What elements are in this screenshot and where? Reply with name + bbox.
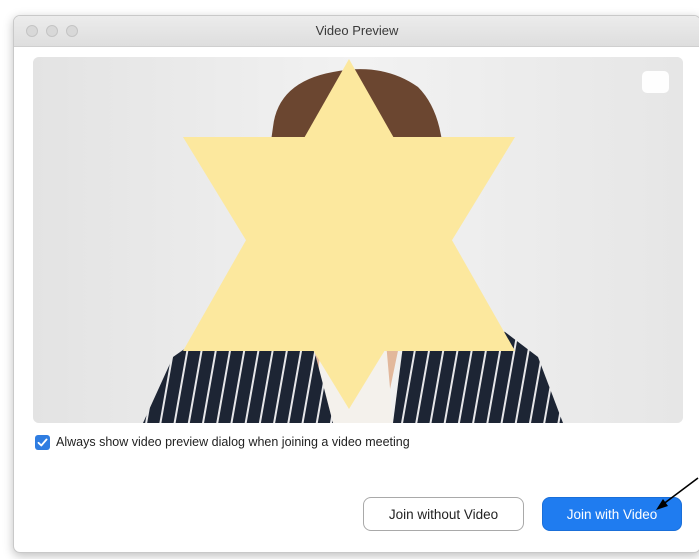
camera-feed-image — [33, 57, 683, 423]
always-show-preview-option[interactable]: Always show video preview dialog when jo… — [35, 433, 410, 451]
checkmark-icon — [37, 438, 48, 446]
video-preview — [33, 57, 683, 423]
video-preview-window: Video Preview Always show video preview … — [13, 15, 699, 553]
annotation-arrow-icon — [656, 477, 699, 510]
picture-in-picture-icon[interactable] — [642, 71, 669, 93]
title-bar: Video Preview — [14, 16, 699, 47]
always-show-preview-checkbox[interactable] — [35, 434, 50, 450]
window-title: Video Preview — [315, 23, 399, 38]
join-without-video-button[interactable]: Join without Video — [363, 497, 524, 531]
always-show-preview-label: Always show video preview dialog when jo… — [56, 435, 410, 449]
